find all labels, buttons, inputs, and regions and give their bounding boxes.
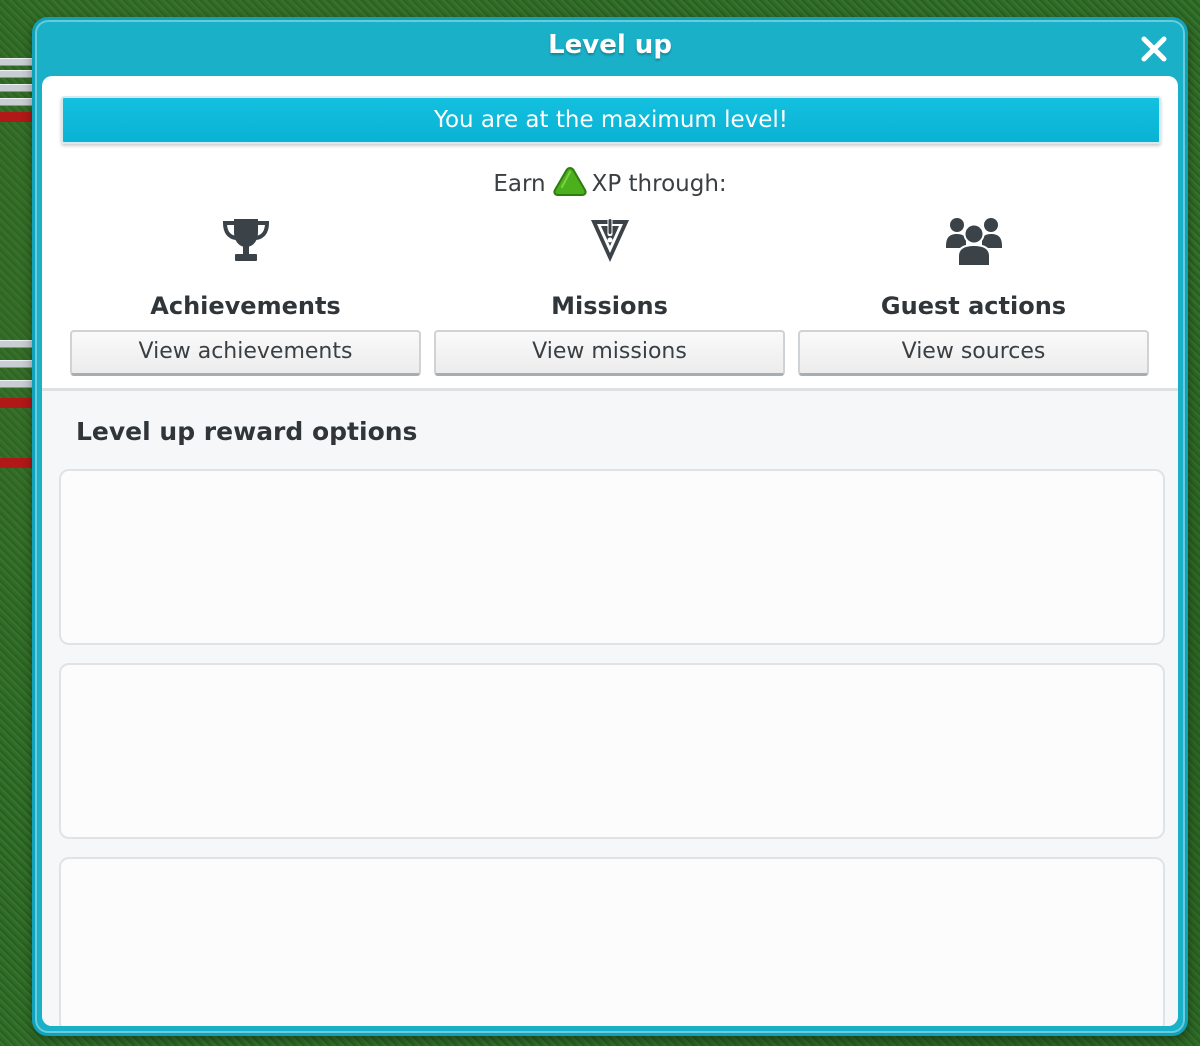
background-rail bbox=[0, 70, 34, 78]
source-guest-actions: Guest actions View sources bbox=[795, 214, 1152, 376]
source-missions: Missions View missions bbox=[431, 214, 788, 376]
earn-prefix: Earn bbox=[493, 171, 546, 197]
level-up-window: Level up You are at the maximum level! E… bbox=[32, 17, 1188, 1036]
reward-options-section: Level up reward options bbox=[42, 391, 1178, 1026]
view-missions-button[interactable]: View missions bbox=[434, 330, 785, 376]
background-rail bbox=[0, 340, 34, 348]
reward-option-card[interactable] bbox=[59, 857, 1165, 1026]
view-achievements-button[interactable]: View achievements bbox=[70, 330, 421, 376]
mission-icon bbox=[431, 216, 788, 272]
source-achievements: Achievements View achievements bbox=[67, 214, 424, 376]
view-sources-button[interactable]: View sources bbox=[798, 330, 1149, 376]
background-rail bbox=[0, 84, 34, 92]
window-title: Level up bbox=[548, 30, 672, 60]
guests-icon bbox=[795, 216, 1152, 272]
source-title: Missions bbox=[551, 292, 668, 320]
xp-triangle-icon bbox=[552, 165, 588, 203]
background-rail-red bbox=[0, 112, 34, 122]
background-rail bbox=[0, 360, 34, 368]
earn-xp-line: Earn XP through: bbox=[42, 164, 1178, 204]
max-level-banner: You are at the maximum level! bbox=[61, 96, 1161, 144]
title-bar: Level up bbox=[35, 20, 1185, 78]
background-rail-red bbox=[0, 458, 34, 468]
close-button[interactable] bbox=[1135, 30, 1173, 68]
background-rail bbox=[0, 98, 34, 106]
window-content: You are at the maximum level! Earn XP th… bbox=[42, 76, 1178, 1026]
earn-suffix: XP through: bbox=[591, 171, 727, 197]
section-title: Level up reward options bbox=[76, 417, 418, 446]
source-title: Achievements bbox=[150, 292, 341, 320]
background-rail-red bbox=[0, 398, 34, 408]
reward-option-card[interactable] bbox=[59, 469, 1165, 645]
background-rail bbox=[0, 380, 34, 388]
trophy-icon bbox=[67, 216, 424, 272]
reward-option-card[interactable] bbox=[59, 663, 1165, 839]
close-icon bbox=[1141, 36, 1167, 62]
background-rail bbox=[0, 58, 34, 66]
source-title: Guest actions bbox=[880, 292, 1067, 320]
xp-sources: Achievements View achievements Missions bbox=[67, 214, 1157, 376]
